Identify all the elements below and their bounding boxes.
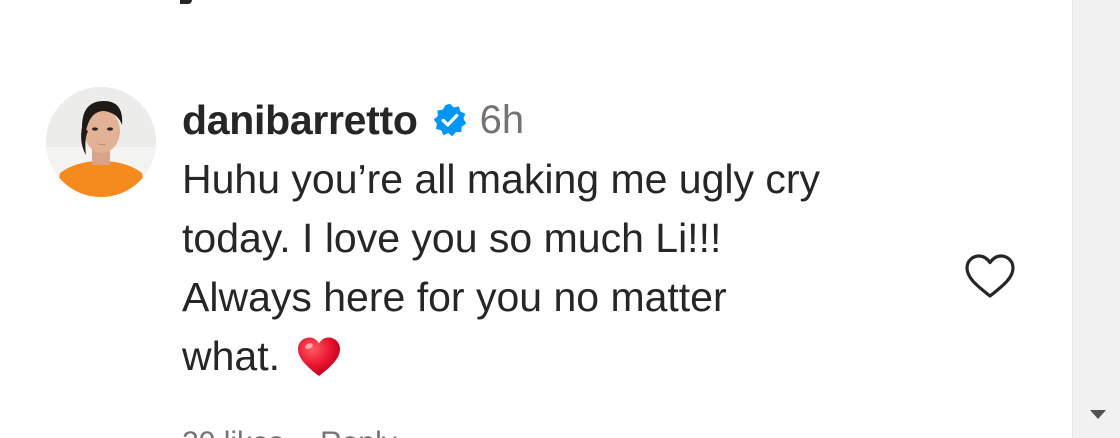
comment-viewport: danibarretto 6h Huhu you’re all making m… xyxy=(0,0,1120,438)
reply-button[interactable]: Reply xyxy=(320,426,397,438)
verified-badge-icon xyxy=(432,102,468,138)
heart-outline-icon xyxy=(965,254,1015,298)
comment: danibarretto 6h Huhu you’re all making m… xyxy=(182,94,942,386)
previous-comment-fragment xyxy=(180,0,192,4)
vertical-scrollbar[interactable] xyxy=(1072,0,1120,438)
comment-text-line: today. I love you so much Li!!! xyxy=(182,215,722,261)
comment-text-line: what. xyxy=(182,333,280,379)
comment-text-line: Huhu you’re all making me ugly cry xyxy=(182,156,821,202)
scroll-down-arrow-icon[interactable] xyxy=(1090,410,1106,419)
red-heart-emoji-icon xyxy=(296,335,342,377)
avatar-photo xyxy=(46,87,156,197)
comment-likes-count[interactable]: 20 likes xyxy=(182,426,284,438)
comment-text-line-last: what. xyxy=(182,327,942,386)
comments-pane: danibarretto 6h Huhu you’re all making m… xyxy=(0,0,1072,438)
comment-text: Huhu you’re all making me ugly cry today… xyxy=(182,150,942,386)
comment-text-line: Always here for you no matter xyxy=(182,274,727,320)
comment-timestamp[interactable]: 6h xyxy=(480,98,525,143)
comment-actions: 20 likes Reply xyxy=(182,426,425,438)
comment-header: danibarretto 6h xyxy=(182,94,942,146)
like-comment-button[interactable] xyxy=(962,252,1018,302)
avatar[interactable] xyxy=(46,87,156,197)
username-link[interactable]: danibarretto xyxy=(182,97,418,144)
